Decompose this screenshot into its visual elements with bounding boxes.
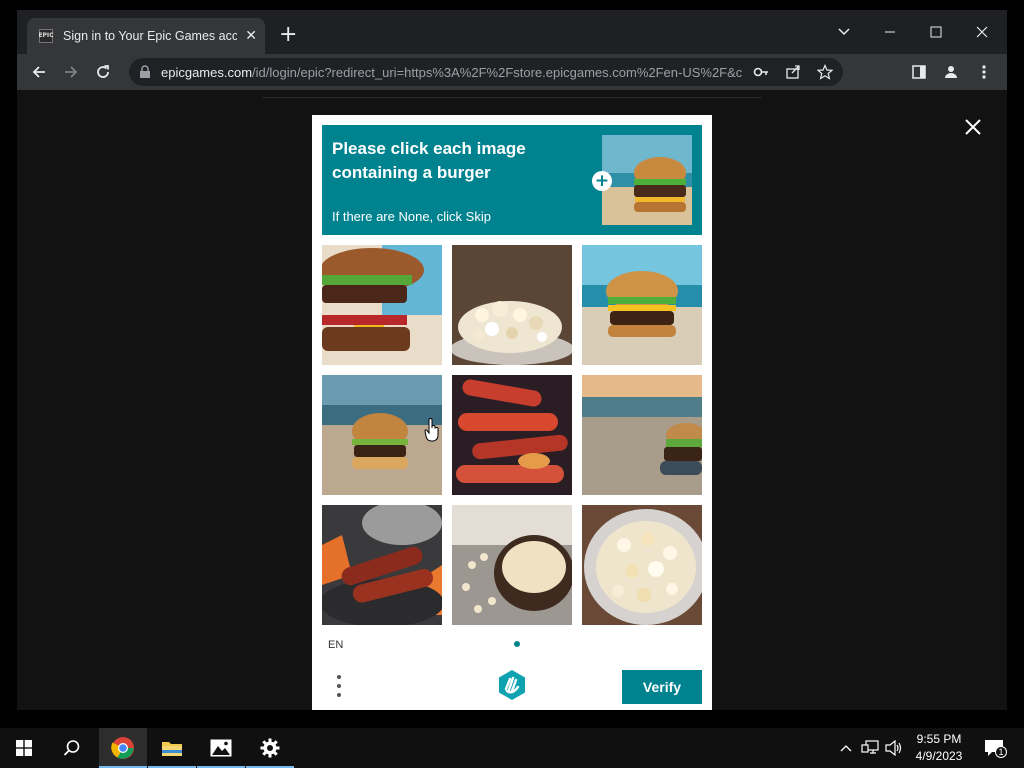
captcha-image-grid <box>322 245 702 625</box>
chrome-menu-icon[interactable] <box>972 60 996 84</box>
hand-cursor-icon <box>424 417 440 442</box>
settings-gear-icon[interactable] <box>246 728 294 768</box>
captcha-tile-7[interactable] <box>322 505 442 625</box>
minimize-button[interactable] <box>875 18 905 46</box>
url-host: epicgames.com <box>161 64 253 80</box>
browser-tab[interactable]: EPIC Sign in to Your Epic Games accou ✕ <box>27 18 265 54</box>
forward-button[interactable] <box>59 60 83 84</box>
captcha-tile-9[interactable] <box>582 505 702 625</box>
captcha-prompt: Please click each image containing a bur… <box>332 139 526 182</box>
back-button[interactable] <box>27 60 51 84</box>
address-bar[interactable]: epicgames.com /id/login/epic?redirect_ur… <box>129 58 843 86</box>
side-panel-icon[interactable] <box>907 60 931 84</box>
system-clock[interactable]: 9:55 PM 4/9/2023 <box>900 731 978 765</box>
chevron-up-icon[interactable] <box>836 738 856 758</box>
captcha-tile-5[interactable] <box>452 375 572 495</box>
page-content: Please click each image containing a bur… <box>17 90 1007 710</box>
captcha-tile-1[interactable] <box>322 245 442 365</box>
title-bar: EPIC Sign in to Your Epic Games accou ✕ … <box>17 10 1007 54</box>
file-explorer-icon[interactable] <box>148 728 196 768</box>
captcha-tile-2[interactable] <box>452 245 572 365</box>
captcha-subprompt: If there are None, click Skip <box>332 209 491 224</box>
language-selector[interactable]: EN <box>328 639 343 651</box>
photos-icon[interactable] <box>197 728 245 768</box>
clock-date: 4/9/2023 <box>915 749 963 763</box>
url-path: /id/login/epic?redirect_uri=https%3A%2F%… <box>252 64 743 80</box>
captcha-menu-icon[interactable] <box>332 673 346 699</box>
captcha-tile-3[interactable] <box>582 245 702 365</box>
notification-center-icon[interactable]: 1 <box>982 738 1007 758</box>
epic-games-favicon: EPIC <box>38 29 54 43</box>
network-icon[interactable] <box>860 738 880 758</box>
key-icon[interactable] <box>753 64 769 80</box>
profile-icon[interactable] <box>939 60 963 84</box>
browser-toolbar: epicgames.com /id/login/epic?redirect_ur… <box>17 54 1007 90</box>
clock-time: 9:55 PM <box>916 732 962 746</box>
tab-close-icon[interactable]: ✕ <box>245 28 257 44</box>
notification-count: 1 <box>995 746 1007 758</box>
page-divider <box>262 97 762 98</box>
hcaptcha-logo-icon <box>496 669 528 701</box>
tab-title: Sign in to Your Epic Games accou <box>63 29 238 43</box>
share-icon[interactable] <box>785 64 801 80</box>
windows-taskbar: 9:55 PM 4/9/2023 1 <box>0 728 1024 768</box>
start-button[interactable] <box>0 728 48 768</box>
expand-example-icon[interactable]: + <box>592 171 612 191</box>
tab-search-icon[interactable] <box>829 18 859 46</box>
reload-button[interactable] <box>91 60 115 84</box>
chrome-taskbar-icon[interactable] <box>99 728 147 768</box>
new-tab-button[interactable]: + <box>279 24 297 46</box>
pagination-dot <box>514 641 520 647</box>
search-icon[interactable] <box>48 728 96 768</box>
close-icon[interactable] <box>963 117 983 137</box>
captcha-widget: Please click each image containing a bur… <box>312 115 712 710</box>
bookmark-star-icon[interactable] <box>817 64 833 80</box>
maximize-button[interactable] <box>921 18 951 46</box>
lock-icon <box>140 65 150 78</box>
captcha-tile-6[interactable] <box>582 375 702 495</box>
captcha-tile-8[interactable] <box>452 505 572 625</box>
verify-button[interactable]: Verify <box>622 670 702 704</box>
close-window-button[interactable] <box>967 18 997 46</box>
example-image <box>602 135 692 225</box>
captcha-header: Please click each image containing a bur… <box>322 125 702 235</box>
browser-window: EPIC Sign in to Your Epic Games accou ✕ … <box>17 10 1007 710</box>
